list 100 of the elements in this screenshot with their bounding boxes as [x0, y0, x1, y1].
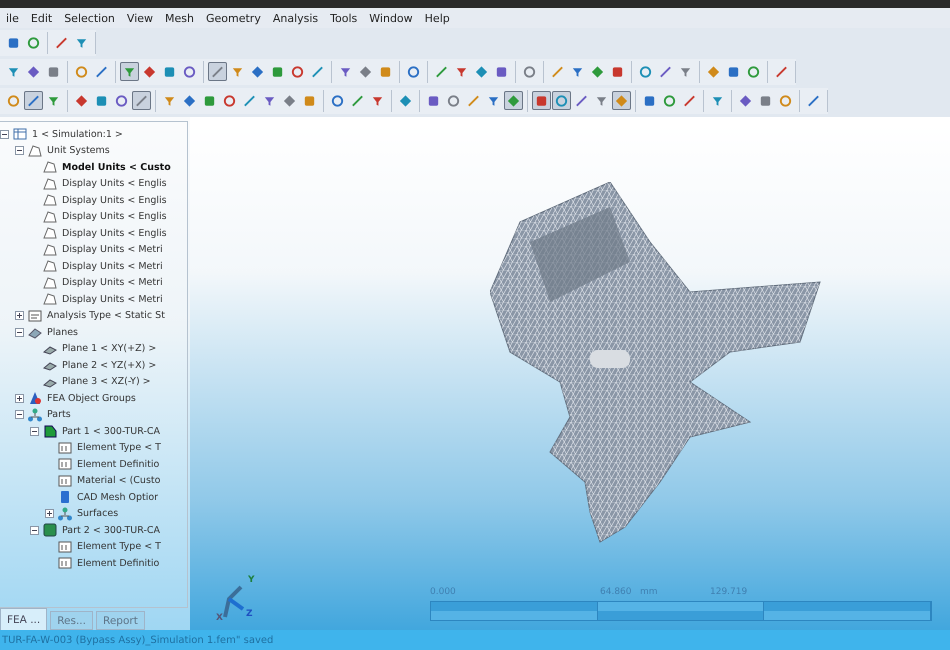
- tool-icon: [358, 64, 373, 80]
- tree-node-icon: [42, 423, 58, 440]
- tree-node-icon: [12, 126, 28, 142]
- menu-item[interactable]: Selection: [58, 12, 121, 24]
- tree-item[interactable]: Plane 3 < XZ(-Y) >: [62, 376, 151, 388]
- tree-item[interactable]: Element Type < T: [77, 442, 161, 454]
- menu-item[interactable]: Tools: [324, 12, 364, 24]
- expand-toggle[interactable]: [15, 311, 24, 320]
- tool-icon: [638, 64, 653, 80]
- tree-item[interactable]: Material < (Custo: [77, 475, 160, 486]
- tree-item[interactable]: Unit Systems: [47, 145, 110, 156]
- tool-icon: [446, 92, 461, 108]
- tree-node-icon: [42, 176, 58, 192]
- collapse-toggle[interactable]: [15, 328, 24, 337]
- tree-item[interactable]: CAD Mesh Optior: [77, 492, 158, 503]
- tool-icon: [662, 92, 677, 108]
- tool-icon: [398, 92, 413, 108]
- toolbar-button[interactable]: [532, 91, 551, 110]
- tool-icon: [474, 64, 489, 80]
- tool-icon: [290, 64, 305, 80]
- menu-item[interactable]: Analysis: [266, 12, 324, 24]
- tree-node-icon: [42, 291, 58, 308]
- tool-icon: [506, 92, 521, 108]
- tree-item[interactable]: Parts: [47, 409, 71, 420]
- tool-icon: [182, 64, 197, 80]
- expand-toggle[interactable]: [45, 509, 54, 518]
- tree-node-icon: [42, 258, 58, 274]
- tree-node-icon: [57, 440, 73, 456]
- tree-node-icon: [57, 506, 73, 522]
- tree-item[interactable]: Display Units < Metri: [62, 277, 163, 288]
- collapse-toggle[interactable]: [30, 426, 39, 436]
- menu-item[interactable]: View: [120, 12, 160, 24]
- collapse-toggle[interactable]: [0, 130, 9, 139]
- tree-item[interactable]: FEA Object Groups: [47, 392, 136, 404]
- toolbar-button[interactable]: [612, 91, 631, 110]
- tree-item[interactable]: Part 1 < 300-TUR-CA: [62, 426, 160, 437]
- tree-node-icon: [27, 142, 43, 159]
- menu-item[interactable]: Edit: [24, 12, 58, 24]
- tree-node-icon: [42, 274, 58, 291]
- tree-item[interactable]: Display Units < Englis: [62, 228, 167, 239]
- tree-node-icon: [27, 308, 43, 324]
- tool-icon: [250, 64, 265, 80]
- menu-item[interactable]: ile: [0, 12, 25, 24]
- tree-node-icon: [42, 159, 58, 176]
- menu-item[interactable]: Geometry: [200, 12, 267, 24]
- tool-icon: [554, 92, 569, 108]
- tree-node-icon: [57, 555, 73, 572]
- menu-item[interactable]: Window: [363, 12, 419, 24]
- toolbar-button[interactable]: [504, 91, 523, 110]
- tool-icon: [282, 92, 297, 108]
- tree-item[interactable]: Display Units < Englis: [62, 194, 167, 206]
- tree-item[interactable]: Plane 1 < XY(+Z) >: [62, 343, 156, 354]
- tool-icon: [746, 64, 761, 80]
- tool-icon: [26, 34, 41, 50]
- tree-node-icon: [27, 406, 43, 423]
- tree-item[interactable]: Analysis Type < Static St: [47, 310, 165, 322]
- panel-tab[interactable]: FEA ...: [0, 608, 48, 630]
- tree-item[interactable]: Element Definitio: [77, 558, 160, 569]
- tool-icon: [778, 92, 793, 108]
- tool-icon: [738, 92, 753, 108]
- tree-node-icon: [42, 208, 58, 225]
- tool-icon: [6, 92, 21, 108]
- tree-item[interactable]: Display Units < Metri: [62, 244, 163, 256]
- collapse-toggle[interactable]: [15, 410, 24, 420]
- tree-node-icon: [57, 456, 73, 472]
- expand-toggle[interactable]: [15, 394, 24, 403]
- status-bar: TUR-FA-W-003 (Bypass Assy)_Simulation 1.fem" saved: [0, 630, 950, 650]
- toolbar-button[interactable]: [132, 91, 151, 110]
- tree-item[interactable]: 1 < Simulation:1 >: [32, 128, 123, 140]
- tool-icon: [330, 92, 345, 108]
- tree-item[interactable]: Element Definitio: [77, 458, 160, 470]
- tree-item[interactable]: Planes: [47, 326, 78, 338]
- tool-icon: [614, 92, 629, 108]
- axis-label: Z: [246, 609, 253, 619]
- tree-item[interactable]: Model Units < Custo: [62, 162, 171, 173]
- tree-item[interactable]: Plane 2 < YZ(+X) >: [62, 360, 156, 371]
- toolbar-button[interactable]: [24, 91, 43, 110]
- collapse-toggle[interactable]: [15, 146, 24, 156]
- tree-node-icon: [42, 192, 58, 208]
- tool-icon: [182, 92, 197, 108]
- tree-item[interactable]: Display Units < Metri: [62, 294, 163, 305]
- tool-icon: [222, 92, 237, 108]
- toolbar-button[interactable]: [552, 91, 571, 110]
- toolbar-button[interactable]: [208, 62, 227, 81]
- menu-item[interactable]: Help: [418, 12, 456, 24]
- tree-item[interactable]: Display Units < Englis: [62, 211, 167, 222]
- tree-item[interactable]: Surfaces: [77, 508, 118, 520]
- collapse-toggle[interactable]: [30, 526, 39, 535]
- tree-node-icon: [27, 390, 43, 406]
- menu-item[interactable]: Mesh: [159, 12, 200, 24]
- tree-item[interactable]: Element Type < T: [77, 541, 161, 552]
- tool-icon: [26, 64, 41, 80]
- tree-item[interactable]: Part 2 < 300-TUR-CA: [62, 524, 160, 536]
- tree-node-icon: [42, 522, 58, 538]
- toolbar-button[interactable]: [120, 62, 139, 81]
- tree-item[interactable]: Display Units < Metri: [62, 260, 163, 272]
- tree-node-icon: [42, 242, 58, 258]
- tool-icon: [74, 64, 89, 80]
- tree-item[interactable]: Display Units < Englis: [62, 178, 167, 190]
- tool-icon: [114, 92, 129, 108]
